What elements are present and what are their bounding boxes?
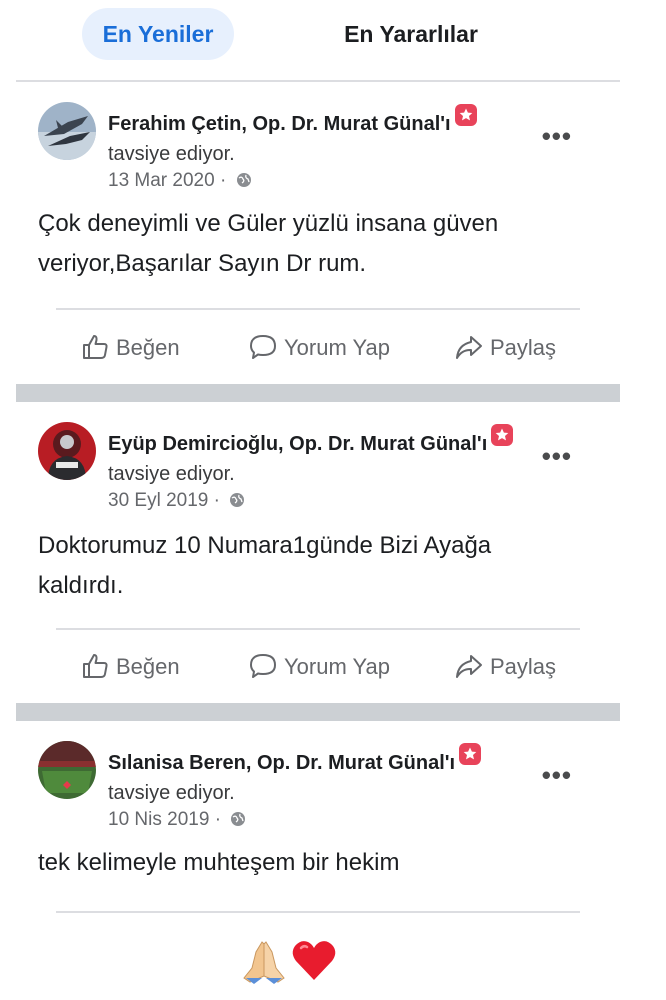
review-text-line: tek kelimeyle muhteşem bir hekim [38,849,400,876]
share-label: Paylaş [490,335,557,360]
recommend-icon [454,104,477,126]
like-button[interactable]: Beğen [80,647,180,687]
divider [56,308,580,310]
tab-newest[interactable]: En Yeniler [82,8,234,60]
share-icon [456,655,482,678]
action-bar: Beğen Yorum Yap Paylaş [16,328,620,368]
like-button[interactable]: Beğen [80,328,180,368]
more-options-icon[interactable]: ••• [542,443,572,469]
meta-separator: · [219,170,227,191]
divider [56,628,580,630]
share-button[interactable]: Paylaş [454,328,556,368]
thumbs-up-icon [83,654,108,678]
review-text-line: veriyor,Başarılar Sayın Dr rum. [38,250,367,277]
reviewer-name[interactable]: Ferahim Çetin, Op. Dr. Murat Günal'ı [108,113,451,135]
review-text-line: Doktorumuz 10 Numara1günde Bizi Ayağa [38,532,492,559]
avatar[interactable] [38,741,96,799]
right-edge-strip [620,0,666,1000]
recommend-text: tavsiye ediyor. [108,782,235,804]
post-separator [16,384,620,402]
avatar-stadium-image [38,741,96,799]
more-options-icon[interactable]: ••• [542,123,572,149]
reviews-page: En Yeniler En Yararlılar Ferahim Çetin, … [0,0,666,1000]
comment-button[interactable]: Yorum Yap [248,647,390,687]
post-header: Ferahim Çetin, Op. Dr. Murat Günal'ı tav… [108,104,477,169]
like-label: Beğen [116,654,180,679]
review-text: Doktorumuz 10 Numara1günde Bizi Ayağa ka… [38,526,578,606]
comment-button[interactable]: Yorum Yap [248,328,390,368]
review-text: Çok deneyimli ve Güler yüzlü insana güve… [38,204,578,284]
recommend-icon [491,424,514,446]
recommend-text: tavsiye ediyor. [108,143,235,165]
avatar[interactable] [38,102,96,160]
share-label: Paylaş [490,654,557,679]
review-tabs: En Yeniler En Yararlılar [16,0,620,82]
tab-most-helpful[interactable]: En Yararlılar [326,8,496,60]
review-text-line: kaldırdı. [38,572,124,599]
divider [56,911,580,913]
globe-icon [231,812,246,826]
avatar-team-image [38,422,96,480]
reaction-emojis [240,936,350,988]
like-label: Beğen [116,335,180,360]
post-date[interactable]: 10 Nis 2019 [108,809,209,830]
red-heart-emoji [292,941,336,980]
meta-separator: · [213,490,220,511]
pray-hands-emoji [243,941,285,984]
reviewer-name[interactable]: Eyüp Demircioğlu, Op. Dr. Murat Günal'ı [108,433,487,455]
review-post: Ferahim Çetin, Op. Dr. Murat Günal'ı tav… [16,84,620,384]
review-text-line: Çok deneyimli ve Güler yüzlü insana güve… [38,210,499,237]
avatar-jets-image [38,102,96,160]
review-text: tek kelimeyle muhteşem bir hekim [38,843,578,883]
post-header: Eyüp Demircioğlu, Op. Dr. Murat Günal'ı … [108,424,514,489]
review-post: Eyüp Demircioğlu, Op. Dr. Murat Günal'ı … [16,402,620,702]
comment-label: Yorum Yap [284,335,391,360]
meta-separator: · [214,809,222,830]
share-button[interactable]: Paylaş [454,647,556,687]
post-date[interactable]: 30 Eyl 2019 [108,490,208,511]
post-separator [16,703,620,721]
post-header: Sılanisa Beren, Op. Dr. Murat Günal'ı ta… [108,743,482,808]
recommend-text: tavsiye ediyor. [108,463,235,485]
globe-icon [230,493,245,507]
globe-icon [236,173,251,187]
avatar[interactable] [38,422,96,480]
post-meta: 13 Mar 2020 · [108,168,252,194]
recommend-icon [459,743,482,765]
more-options-icon[interactable]: ••• [542,762,572,788]
post-meta: 10 Nis 2019 · [108,807,246,833]
comment-label: Yorum Yap [284,654,391,679]
thumbs-up-icon [83,335,108,359]
share-icon [456,336,482,359]
post-date[interactable]: 13 Mar 2020 [108,170,215,191]
comment-icon [250,654,276,678]
post-meta: 30 Eyl 2019 · [108,488,245,514]
action-bar: Beğen Yorum Yap Paylaş [16,647,620,687]
reviewer-name[interactable]: Sılanisa Beren, Op. Dr. Murat Günal'ı [108,752,455,774]
comment-icon [250,335,276,359]
